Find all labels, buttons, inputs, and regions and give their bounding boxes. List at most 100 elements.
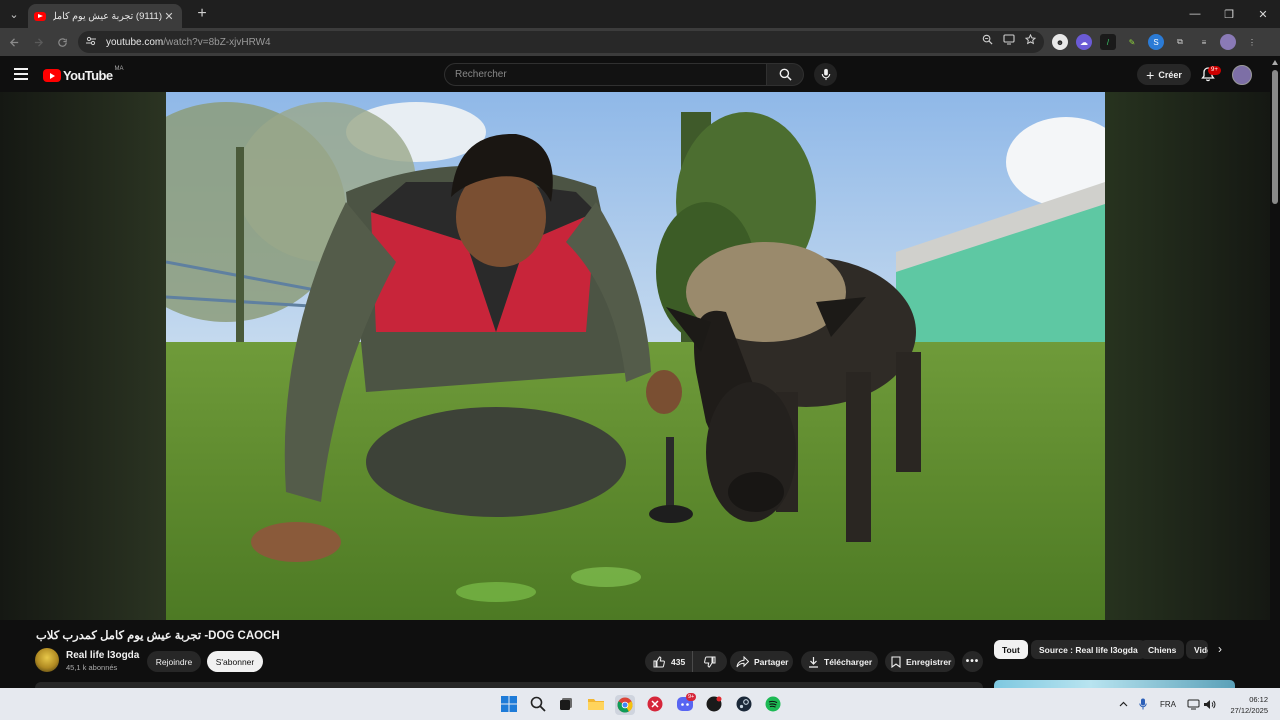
discord-badge: 9+ xyxy=(686,693,697,701)
scroll-thumb[interactable] xyxy=(1272,70,1278,204)
steam-icon[interactable] xyxy=(735,695,753,713)
new-tab-button[interactable]: + xyxy=(190,2,214,26)
close-window-icon[interactable]: ✕ xyxy=(1246,0,1280,28)
youtube-masthead: YouTube MA + Créer 9+ xyxy=(0,56,1270,92)
thumbs-down-icon xyxy=(704,656,716,668)
tab-title: (9111) تجربة عيش يوم كامل كمدرب كلاب - D… xyxy=(53,10,162,22)
window-controls: — ❐ ✕ xyxy=(1178,0,1280,28)
ambient-glow-left xyxy=(0,92,166,620)
chip-clipped[interactable]: Vidéos xyxy=(1186,640,1208,659)
search-icon xyxy=(779,68,792,81)
page-scrollbar[interactable] xyxy=(1270,56,1280,688)
task-view-icon[interactable] xyxy=(557,695,575,713)
chip-all[interactable]: Tout xyxy=(994,640,1028,659)
voice-search-button[interactable] xyxy=(814,63,837,86)
tray-chevron-up-icon[interactable] xyxy=(1114,695,1132,713)
save-label: Enregistrer xyxy=(906,656,952,667)
tab-search-chevron-icon[interactable]: ⌄ xyxy=(0,0,28,28)
url-host: youtube.com xyxy=(106,36,164,48)
save-button[interactable]: Enregistrer xyxy=(885,651,955,672)
forward-arrow-icon[interactable] xyxy=(26,30,50,54)
country-code: MA xyxy=(114,65,124,72)
join-button[interactable]: Rejoindre xyxy=(147,651,201,672)
logo-text: YouTube xyxy=(63,68,113,83)
search-box xyxy=(444,63,804,86)
browser-tab-youtube[interactable]: (9111) تجربة عيش يوم كامل كمدرب كلاب - D… xyxy=(28,4,182,28)
search-input[interactable] xyxy=(444,63,767,86)
plus-icon: + xyxy=(1146,66,1155,83)
bookmark-star-icon[interactable] xyxy=(1024,33,1037,48)
tab-close-icon[interactable]: ✕ xyxy=(162,10,176,23)
extensions-area: ☻ ☁ / ✎ S ⧉ ≡ ⋮ xyxy=(1052,34,1260,50)
restore-icon[interactable]: ❐ xyxy=(1212,0,1246,28)
dislike-button[interactable] xyxy=(693,651,727,672)
spotify-icon[interactable] xyxy=(764,695,782,713)
system-clock[interactable]: 06:12 27/12/2025 xyxy=(1222,694,1268,716)
chip-dogs[interactable]: Chiens xyxy=(1140,640,1185,659)
share-arrow-icon xyxy=(736,655,749,667)
zoom-icon[interactable] xyxy=(982,34,993,48)
chrome-taskbar-icon[interactable] xyxy=(615,695,635,715)
like-dislike-group: 435 xyxy=(645,651,727,672)
account-avatar[interactable] xyxy=(1232,65,1252,85)
taskbar-search-icon[interactable] xyxy=(529,695,547,713)
extension-script-icon[interactable]: / xyxy=(1100,34,1116,50)
create-label: Créer xyxy=(1158,69,1182,80)
subscribe-button[interactable]: S'abonner xyxy=(207,651,263,672)
reload-icon[interactable] xyxy=(50,30,74,54)
input-language[interactable]: FRA xyxy=(1160,700,1176,709)
share-label: Partager xyxy=(754,656,789,667)
youtube-play-logo-icon xyxy=(43,69,61,82)
install-app-icon[interactable] xyxy=(1003,34,1015,48)
channel-name[interactable]: Real life l3ogda xyxy=(66,650,139,661)
microphone-icon xyxy=(821,68,830,81)
browser-tab-strip: ⌄ (9111) تجربة عيش يوم كامل كمدرب كلاب -… xyxy=(0,0,1280,28)
back-arrow-icon[interactable] xyxy=(2,30,26,54)
address-bar[interactable]: youtube.com/watch?v=8bZ-xjvHRW4 xyxy=(78,31,1044,53)
share-button[interactable]: Partager xyxy=(730,651,793,672)
download-label: Télécharger xyxy=(824,656,873,667)
notification-count-badge: 9+ xyxy=(1208,66,1221,75)
subscriber-count: 45,1 k abonnés xyxy=(66,663,118,672)
extension-cloud-icon[interactable]: ☁ xyxy=(1076,34,1092,50)
dark-app-icon[interactable] xyxy=(705,695,723,713)
recommended-video-thumbnail[interactable] xyxy=(994,680,1235,688)
download-button[interactable]: Télécharger xyxy=(801,651,878,672)
extension-face-icon[interactable]: ☻ xyxy=(1052,34,1068,50)
reading-list-icon[interactable]: ≡ xyxy=(1196,34,1212,50)
channel-avatar[interactable] xyxy=(35,648,59,672)
volume-icon[interactable] xyxy=(1200,695,1218,713)
browser-menu-icon[interactable]: ⋮ xyxy=(1244,34,1260,50)
site-info-icon[interactable] xyxy=(86,36,102,49)
browser-profile-avatar[interactable] xyxy=(1220,34,1236,50)
scroll-up-arrow-icon[interactable] xyxy=(1272,60,1278,65)
file-explorer-icon[interactable] xyxy=(587,695,605,713)
clock-date: 27/12/2025 xyxy=(1230,706,1268,715)
extensions-puzzle-icon[interactable]: ⧉ xyxy=(1172,34,1188,50)
create-button[interactable]: + Créer xyxy=(1137,64,1191,85)
tray-microphone-icon[interactable] xyxy=(1134,695,1152,713)
chevron-right-icon[interactable]: › xyxy=(1212,641,1228,657)
like-count: 435 xyxy=(671,656,686,667)
extension-shield-icon[interactable]: S xyxy=(1148,34,1164,50)
red-app-icon[interactable] xyxy=(646,695,664,713)
youtube-logo[interactable]: YouTube MA xyxy=(43,65,124,83)
omnibox-actions xyxy=(982,33,1037,48)
extension-leaf-icon[interactable]: ✎ xyxy=(1124,34,1140,50)
more-actions-button[interactable]: ••• xyxy=(962,651,983,672)
clock-time: 06:12 xyxy=(1249,695,1268,704)
chip-source[interactable]: Source : Real life l3ogda xyxy=(1031,640,1146,659)
youtube-favicon-icon xyxy=(34,11,46,21)
thumbs-up-icon xyxy=(653,655,665,667)
video-frame[interactable] xyxy=(166,92,1105,620)
minimize-icon[interactable]: — xyxy=(1178,0,1212,28)
ambient-glow-right xyxy=(1104,92,1270,620)
like-button[interactable]: 435 xyxy=(645,651,693,672)
video-player[interactable] xyxy=(0,92,1270,620)
search-button[interactable] xyxy=(766,63,804,86)
url-text: youtube.com/watch?v=8bZ-xjvHRW4 xyxy=(106,37,271,48)
url-path: /watch?v=8bZ-xjvHRW4 xyxy=(163,36,271,48)
windows-start-icon[interactable] xyxy=(500,695,518,713)
os-taskbar xyxy=(0,688,1280,720)
guide-menu-icon[interactable] xyxy=(14,68,28,80)
